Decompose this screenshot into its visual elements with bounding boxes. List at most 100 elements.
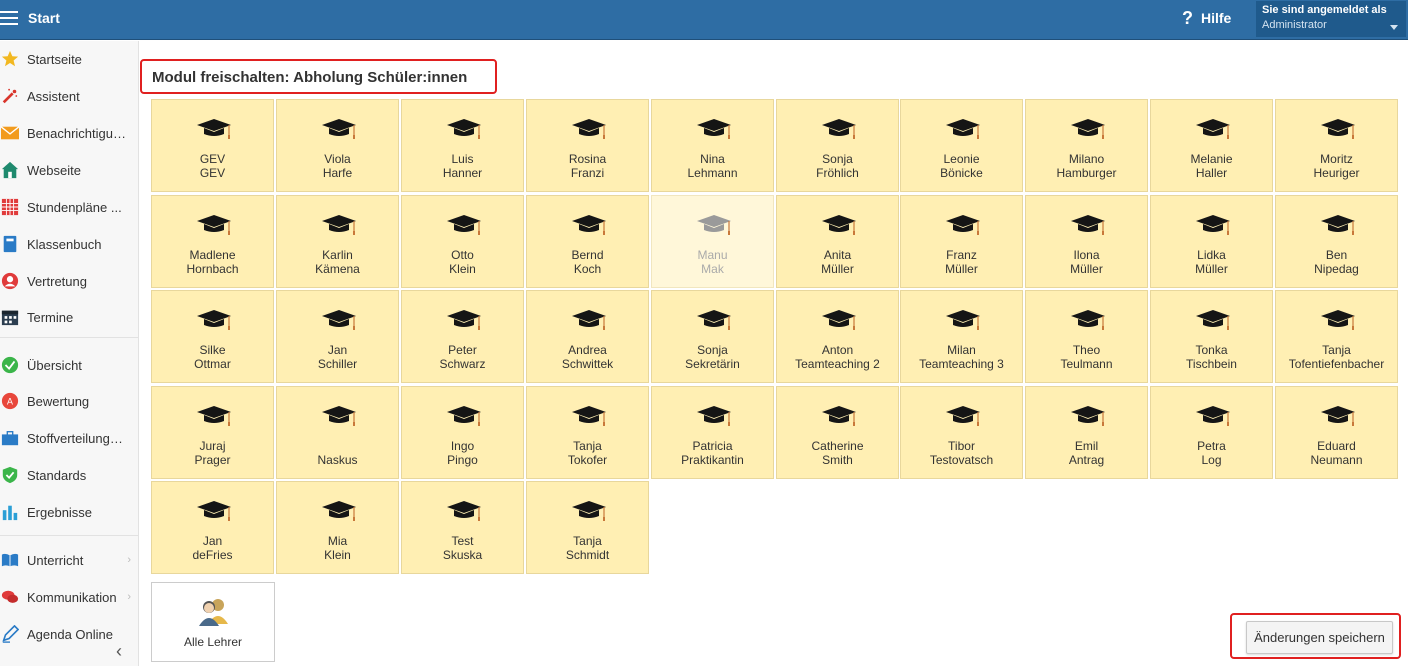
student-tile[interactable]: Madlene Hornbach	[151, 195, 274, 288]
graduation-cap-icon	[446, 499, 482, 523]
student-tile[interactable]: Bernd Koch	[526, 195, 649, 288]
student-tile[interactable]: Andrea Schwittek	[526, 290, 649, 383]
graduation-cap-icon	[196, 499, 232, 523]
last-name: Antrag	[1068, 453, 1105, 467]
student-tile[interactable]: Melanie Haller	[1150, 99, 1273, 192]
sidebar-item-bewertung[interactable]: A Bewertung	[0, 389, 139, 413]
student-tile[interactable]: Ingo Pingo	[401, 386, 524, 479]
student-tile[interactable]: Tanja Schmidt	[526, 481, 649, 574]
student-tile[interactable]: Sonja Sekretärin	[651, 290, 774, 383]
sidebar-item-unterricht[interactable]: Unterricht ›	[0, 548, 139, 572]
student-tile[interactable]: Milano Hamburger	[1025, 99, 1148, 192]
student-tile[interactable]: Petra Log	[1150, 386, 1273, 479]
student-tile[interactable]: Milan Teamteaching 3	[900, 290, 1023, 383]
save-changes-button[interactable]: Änderungen speichern	[1246, 621, 1393, 654]
student-tile[interactable]: Anton Teamteaching 2	[776, 290, 899, 383]
last-name: deFries	[192, 548, 233, 562]
student-tile[interactable]: Tonka Tischbein	[1150, 290, 1273, 383]
sidebar-item-standards[interactable]: Standards	[0, 463, 139, 487]
sidebar-item-label: Stoffverteilungspläne	[27, 430, 127, 446]
student-tile[interactable]: Mia Klein	[276, 481, 399, 574]
student-tile[interactable]: Jan deFries	[151, 481, 274, 574]
first-name: Juraj	[199, 439, 226, 453]
student-tile[interactable]: Luis Hanner	[401, 99, 524, 192]
shield-check-icon	[0, 465, 20, 485]
sidebar-item-stoffverteilungsplaene[interactable]: Stoffverteilungspläne	[0, 426, 139, 450]
student-tile[interactable]: Tanja Tofentiefenbacher	[1275, 290, 1398, 383]
student-tile[interactable]: Franz Müller	[900, 195, 1023, 288]
help-link[interactable]: ? Hilfe	[1182, 9, 1231, 27]
student-tile[interactable]: Leonie Bönicke	[900, 99, 1023, 192]
graduation-cap-icon	[696, 404, 732, 428]
student-tile[interactable]: Peter Schwarz	[401, 290, 524, 383]
last-name: Praktikantin	[681, 453, 744, 467]
student-tile[interactable]: Silke Ottmar	[151, 290, 274, 383]
student-tile[interactable]: Anita Müller	[776, 195, 899, 288]
all-teachers-tile[interactable]: Alle Lehrer	[151, 582, 275, 662]
student-tile[interactable]: Patricia Praktikantin	[651, 386, 774, 479]
graduation-cap-icon	[321, 213, 357, 237]
student-tile[interactable]: Emil Antrag	[1025, 386, 1148, 479]
user-menu[interactable]: Sie sind angemeldet als Administrator	[1256, 1, 1406, 37]
student-tile[interactable]: Viola Harfe	[276, 99, 399, 192]
sidebar-item-assistent[interactable]: Assistent	[0, 84, 139, 108]
student-tile[interactable]: Jan Schiller	[276, 290, 399, 383]
first-name: Rosina	[568, 152, 607, 166]
last-name: Nipedag	[1314, 262, 1359, 276]
graduation-cap-icon	[1070, 308, 1106, 332]
sidebar-item-label: Vertretung	[27, 273, 87, 289]
first-name: Silke	[199, 343, 226, 357]
student-tile[interactable]: Ilona Müller	[1025, 195, 1148, 288]
student-tile[interactable]: Nina Lehmann	[651, 99, 774, 192]
first-name: Patricia	[692, 439, 733, 453]
graduation-cap-icon	[321, 499, 357, 523]
student-tile[interactable]: Naskus	[276, 386, 399, 479]
sidebar-item-stundenplaene[interactable]: Stundenpläne ...	[0, 195, 139, 219]
graduation-cap-icon	[1195, 404, 1231, 428]
student-tile[interactable]: Rosina Franzi	[526, 99, 649, 192]
chevron-left-icon[interactable]: ‹	[116, 641, 122, 662]
graduation-cap-icon	[1070, 404, 1106, 428]
menu-icon[interactable]	[0, 8, 20, 28]
last-name: Ottmar	[194, 357, 231, 371]
student-tile[interactable]: Tanja Tokofer	[526, 386, 649, 479]
student-tile[interactable]: Otto Klein	[401, 195, 524, 288]
sidebar-item-webseite[interactable]: Webseite	[0, 158, 139, 182]
sidebar-item-klassenbuch[interactable]: Klassenbuch	[0, 232, 139, 256]
last-name: Klein	[449, 262, 476, 276]
first-name: Catherine	[811, 439, 864, 453]
student-tile[interactable]: Theo Teulmann	[1025, 290, 1148, 383]
last-name: Heuriger	[1313, 166, 1360, 180]
last-name: Pingo	[447, 453, 478, 467]
student-tile[interactable]: Catherine Smith	[776, 386, 899, 479]
student-tile[interactable]: Test Skuska	[401, 481, 524, 574]
student-tile[interactable]: Lidka Müller	[1150, 195, 1273, 288]
student-tile[interactable]: Juraj Prager	[151, 386, 274, 479]
student-tile[interactable]: Tibor Testovatsch	[900, 386, 1023, 479]
help-label: Hilfe	[1201, 10, 1232, 26]
sidebar-item-kommunikation[interactable]: Kommunikation ›	[0, 585, 139, 609]
first-name: GEV	[199, 152, 226, 166]
sidebar-item-ergebnisse[interactable]: Ergebnisse	[0, 500, 139, 524]
first-name: Anita	[823, 248, 852, 262]
caret-down-icon	[1390, 25, 1398, 30]
sidebar-item-startseite[interactable]: Startseite	[0, 47, 139, 71]
book-icon	[0, 234, 20, 254]
student-tile[interactable]: Ben Nipedag	[1275, 195, 1398, 288]
student-tile[interactable]: Sonja Fröhlich	[776, 99, 899, 192]
first-name: Sonja	[822, 152, 853, 166]
sidebar-item-termine[interactable]: Termine	[0, 305, 139, 329]
rating-icon: A	[0, 391, 20, 411]
sidebar-item-vertretung[interactable]: Vertretung	[0, 269, 139, 293]
student-tile[interactable]: Moritz Heuriger	[1275, 99, 1398, 192]
student-tile[interactable]: GEV GEV	[151, 99, 274, 192]
first-name: Andrea	[568, 343, 607, 357]
chevron-right-icon: ›	[127, 591, 131, 603]
sidebar-item-benachrichtigungen[interactable]: Benachrichtigungen	[0, 121, 139, 145]
student-tile[interactable]: Manu Mak	[651, 195, 774, 288]
app-title[interactable]: Start	[28, 10, 60, 26]
last-name: Schwarz	[439, 357, 486, 371]
student-tile[interactable]: Eduard Neumann	[1275, 386, 1398, 479]
sidebar-item-uebersicht[interactable]: Übersicht	[0, 353, 139, 377]
student-tile[interactable]: Karlin Kämena	[276, 195, 399, 288]
